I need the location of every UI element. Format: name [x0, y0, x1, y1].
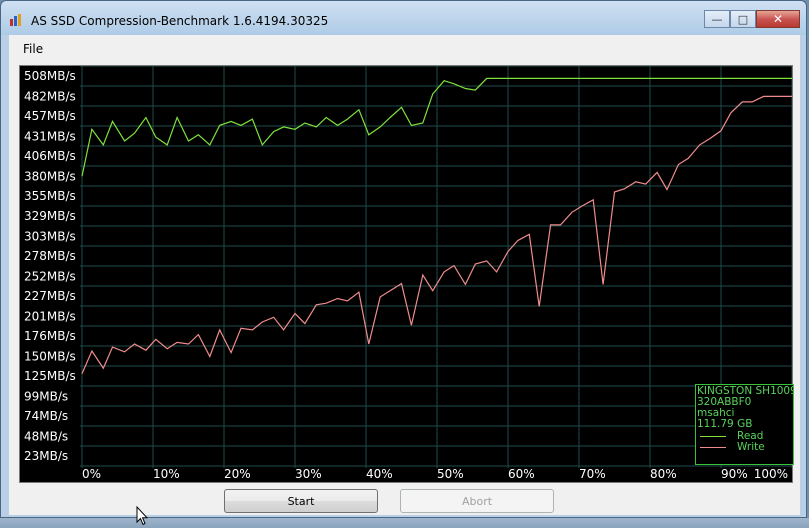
y-tick-label: 278MB/s — [24, 249, 76, 263]
y-tick-label: 457MB/s — [24, 109, 76, 123]
y-tick-label: 252MB/s — [24, 270, 76, 284]
drive-capacity: 111.79 GB — [697, 418, 753, 430]
x-tick-label: 50% — [437, 467, 464, 481]
client-area: File 508MB/s 482MB/s 457MB/s 431MB/s 406MB/s… — [9, 35, 800, 515]
y-tick-label: 99MB/s — [24, 389, 68, 403]
y-tick-label: 431MB/s — [24, 129, 76, 143]
y-tick-label: 482MB/s — [24, 89, 76, 103]
taskbar-strip — [0, 518, 809, 528]
x-tick-label: 60% — [508, 467, 535, 481]
x-tick-label: 90% — [721, 467, 748, 481]
minimize-button[interactable]: — — [704, 10, 730, 28]
menu-file[interactable]: File — [23, 42, 43, 56]
y-tick-label: 508MB/s — [24, 69, 76, 83]
title-bar[interactable]: AS SSD Compression-Benchmark 1.6.4194.30… — [1, 1, 806, 35]
y-tick-label: 125MB/s — [24, 369, 76, 383]
maximize-button[interactable]: □ — [730, 10, 756, 28]
y-tick-label: 201MB/s — [24, 310, 76, 324]
chart-canvas: 508MB/s 482MB/s 457MB/s 431MB/s 406MB/s 380MB… — [24, 66, 792, 481]
y-tick-label: 355MB/s — [24, 189, 76, 203]
mouse-cursor-icon — [136, 506, 148, 526]
x-tick-label: 80% — [650, 467, 677, 481]
x-tick-label: 30% — [295, 467, 322, 481]
y-tick-label: 23MB/s — [24, 449, 68, 463]
menu-bar: File — [9, 35, 800, 61]
window-controls: — □ ✕ — [704, 10, 800, 28]
drive-info-box: KINGSTON SH1009 320ABBF0 msahci 111.79 G… — [695, 384, 794, 465]
y-tick-label: 303MB/s — [24, 230, 76, 244]
y-tick-label: 48MB/s — [24, 429, 68, 443]
x-tick-label: 70% — [579, 467, 606, 481]
x-tick-label: 0% — [82, 467, 101, 481]
x-tick-label: 20% — [224, 467, 251, 481]
abort-button[interactable]: Abort — [400, 489, 554, 513]
y-tick-label: 74MB/s — [24, 409, 68, 423]
legend-read-line — [700, 436, 726, 437]
bar-chart-app-icon — [10, 14, 21, 26]
legend-write-line — [700, 447, 726, 448]
x-tick-label: 10% — [153, 467, 180, 481]
legend-write-label: Write — [737, 441, 765, 453]
close-button[interactable]: ✕ — [756, 10, 800, 28]
app-window: AS SSD Compression-Benchmark 1.6.4194.30… — [0, 0, 807, 518]
y-tick-label: 227MB/s — [24, 289, 76, 303]
compression-chart: 508MB/s 482MB/s 457MB/s 431MB/s 406MB/s 380MB… — [19, 65, 794, 483]
start-button[interactable]: Start — [224, 489, 378, 513]
y-tick-label: 176MB/s — [24, 329, 76, 343]
y-tick-label: 380MB/s — [24, 169, 76, 183]
window-title: AS SSD Compression-Benchmark 1.6.4194.30… — [31, 14, 329, 28]
y-tick-label: 406MB/s — [24, 149, 76, 163]
x-tick-label: 100% — [754, 467, 788, 481]
y-tick-label: 329MB/s — [24, 209, 76, 223]
x-tick-label: 40% — [366, 467, 393, 481]
y-tick-label: 150MB/s — [24, 349, 76, 363]
